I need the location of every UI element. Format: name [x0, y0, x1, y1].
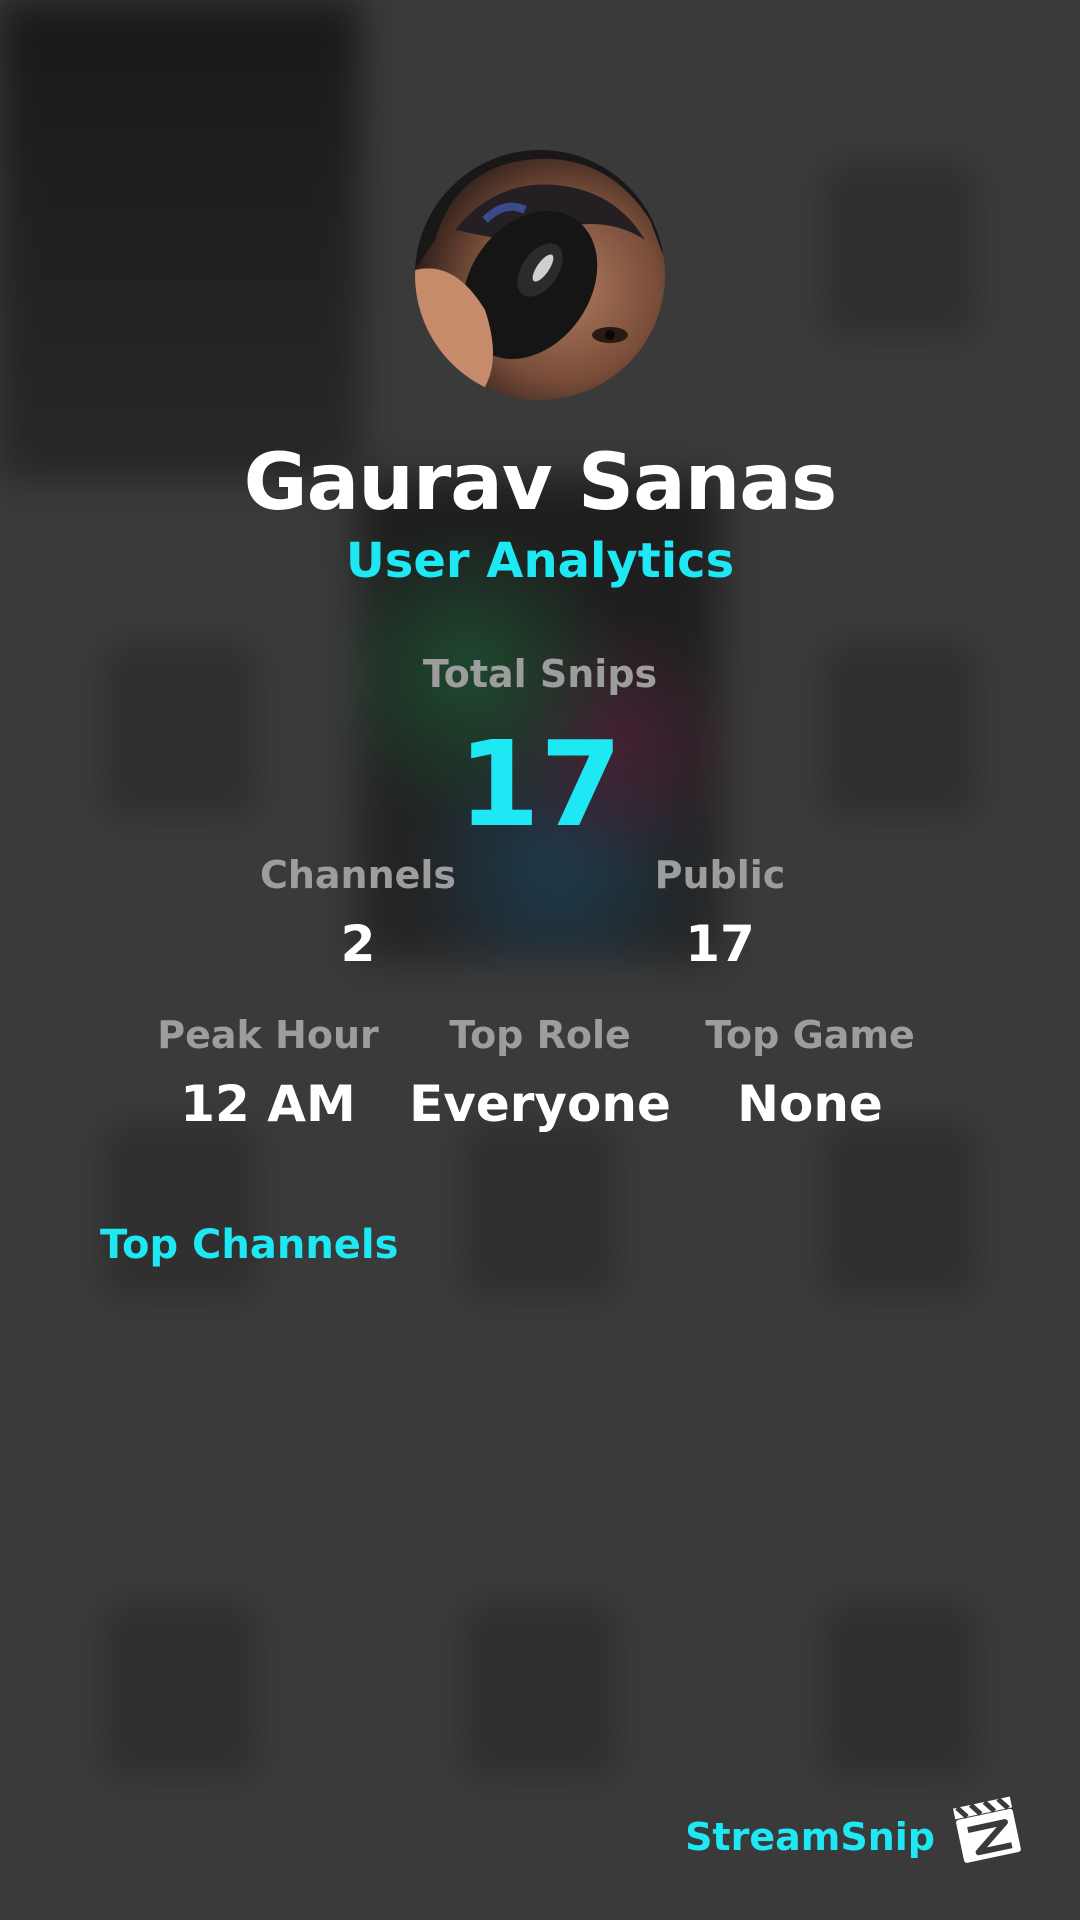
avatar-photo [415, 150, 665, 400]
public-label: Public [654, 853, 786, 897]
top-game-label: Top Game [705, 1013, 915, 1057]
total-snips-value: 17 [457, 715, 623, 853]
clapperboard-icon [950, 1792, 1024, 1866]
top-channels-heading: Top Channels [100, 1222, 399, 1268]
user-name: Gaurav Sanas [243, 438, 838, 528]
top-game-value: None [737, 1075, 883, 1133]
page-subtitle: User Analytics [345, 533, 735, 589]
peak-hour-value: 12 AM [180, 1075, 356, 1133]
public-value: 17 [685, 915, 755, 973]
channels-value: 2 [340, 915, 376, 973]
analytics-card: Gaurav Sanas User Analytics Total Snips … [0, 0, 1080, 1920]
brand-name: StreamSnip [685, 1815, 935, 1859]
avatar [415, 150, 665, 400]
channels-label: Channels [259, 853, 457, 897]
top-role-value: Everyone [409, 1075, 671, 1133]
top-role-label: Top Role [449, 1013, 631, 1057]
peak-hour-label: Peak Hour [157, 1013, 379, 1057]
total-snips-label: Total Snips [422, 652, 658, 696]
